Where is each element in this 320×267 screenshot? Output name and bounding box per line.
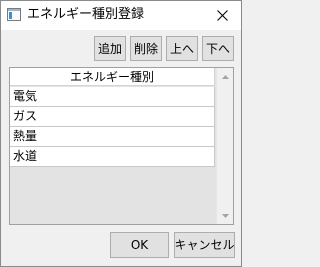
move-up-button[interactable]: 上へ <box>166 36 198 61</box>
title-bar[interactable]: エネルギー種別登録 <box>1 1 241 30</box>
table-row[interactable]: 電気 <box>10 87 215 107</box>
table-row[interactable]: 水道 <box>10 147 215 167</box>
table-rows: 電気 ガス 熱量 水道 <box>10 87 215 167</box>
close-icon <box>216 10 228 21</box>
energy-type-dialog: エネルギー種別登録 追加 削除 上へ 下へ エネルギー種別 電気 ガス 熱量 水… <box>0 0 242 267</box>
add-button[interactable]: 追加 <box>94 36 126 61</box>
scroll-up-button[interactable] <box>217 68 233 85</box>
energy-type-table[interactable]: エネルギー種別 電気 ガス 熱量 水道 <box>9 67 234 225</box>
ok-button[interactable]: OK <box>110 232 169 258</box>
scroll-up-arrow-icon <box>221 74 229 79</box>
app-icon <box>7 8 21 21</box>
table-row[interactable]: ガス <box>10 107 215 127</box>
delete-button[interactable]: 削除 <box>130 36 162 61</box>
scroll-down-arrow-icon <box>221 213 229 218</box>
close-button[interactable] <box>207 1 237 30</box>
vertical-scrollbar[interactable] <box>216 68 233 224</box>
scroll-down-button[interactable] <box>217 207 233 224</box>
window-title: エネルギー種別登録 <box>27 7 145 22</box>
cancel-button[interactable]: キャンセル <box>174 232 235 258</box>
table-row[interactable]: 熱量 <box>10 127 215 147</box>
move-down-button[interactable]: 下へ <box>202 36 234 61</box>
column-header-energy-type[interactable]: エネルギー種別 <box>10 68 215 86</box>
